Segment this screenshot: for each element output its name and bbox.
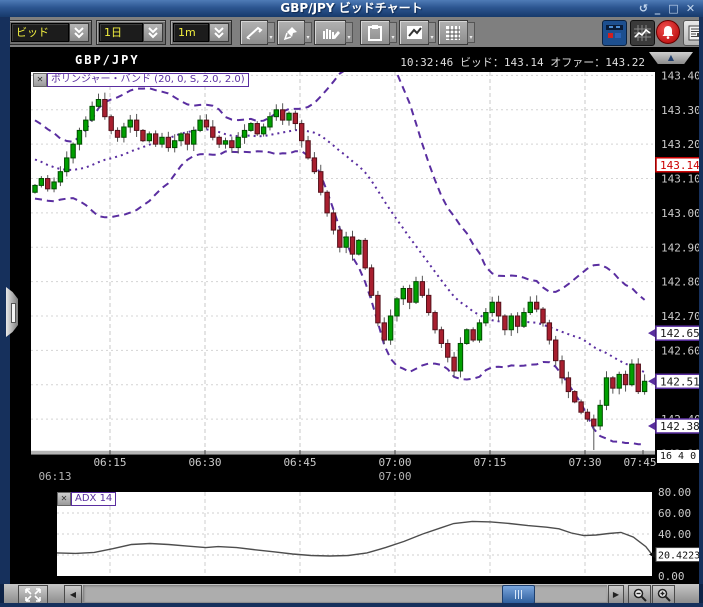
bollinger-label-text: ボリンジャー・バンド (20, 0, S, 2.0, 2.0) [47, 73, 249, 87]
rates-panel-icon [606, 25, 623, 41]
magnifier-plus-icon [657, 588, 671, 602]
x-axis-tick: 06:45 [283, 456, 316, 469]
x-axis-tick-row2: 07:00 [378, 470, 411, 483]
bollinger-label: ✕ ボリンジャー・バンド (20, 0, S, 2.0, 2.0) [33, 73, 249, 87]
y-axis-tick: 142.80 [661, 276, 701, 289]
scroll-right-button[interactable]: ▶ [608, 585, 624, 604]
expand-chart-button[interactable] [18, 585, 48, 604]
chevron-down-icon[interactable] [209, 23, 229, 42]
chart-header: GBP/JPY 10:32:46 ビッド：143.14 オファー：143.22 … [10, 52, 699, 68]
window-title: GBP/JPY ビッドチャート [0, 0, 703, 17]
alert-button[interactable] [656, 20, 680, 44]
line-draw-button[interactable] [240, 20, 268, 45]
export-image-button[interactable] [399, 20, 429, 45]
y-axis-tick: 142.60 [661, 344, 701, 357]
y-axis-tick: 142.90 [661, 241, 701, 254]
scrollbar-thumb[interactable] [502, 585, 535, 604]
interval-dropdown[interactable]: 1m [170, 20, 232, 45]
freehand-annotate-options[interactable]: ▾ [345, 22, 353, 43]
x-axis-tick: 07:30 [568, 456, 601, 469]
adx-y-tick: 80.00 [658, 486, 691, 499]
adx-y-tick: 0.00 [658, 570, 685, 583]
pin-marker-options[interactable]: ▾ [304, 22, 312, 43]
restore-icon[interactable]: ↺ [636, 1, 651, 16]
price-tag: 142.51 [660, 375, 700, 388]
title-bar[interactable]: GBP/JPY ビッドチャート ↺ _ □ ✕ [0, 0, 703, 17]
scroll-left-button[interactable]: ◀ [64, 585, 82, 604]
chevron-down-icon[interactable] [69, 23, 89, 42]
rates-panel-button[interactable] [602, 20, 627, 46]
minimize-icon[interactable]: _ [650, 1, 665, 16]
period-value: 1日 [99, 23, 143, 42]
price-tag: 142.65 [660, 327, 700, 340]
magnifier-minus-icon [633, 588, 647, 602]
chevron-down-icon[interactable] [143, 23, 163, 42]
pin-icon [283, 25, 299, 41]
horizontal-scrollbar[interactable]: ◀ ▶ [4, 584, 699, 603]
collapse-chart-button[interactable]: ▲ [649, 52, 693, 64]
data-grid-button[interactable] [438, 20, 468, 45]
y-axis-tick: 143.30 [661, 104, 701, 117]
export-image-options[interactable]: ▾ [428, 22, 436, 43]
copy-clipboard-button[interactable] [360, 20, 390, 45]
toolbar: ビッド 1日 1m ▾ ▾ ▾ ▾ [4, 17, 699, 48]
window-right-border [699, 17, 703, 584]
line-draw-options[interactable]: ▾ [267, 22, 275, 43]
x-axis-tick: 07:45 [623, 456, 656, 469]
price-type-dropdown[interactable]: ビッド [8, 20, 92, 45]
zoom-in-button[interactable] [652, 585, 675, 604]
y-axis-tick: 143.10 [661, 173, 701, 186]
period-dropdown[interactable]: 1日 [96, 20, 166, 45]
price-tag: 142.38 [660, 420, 700, 433]
adx-label: ✕ ADX 14 [57, 492, 116, 506]
adx-label-text: ADX 14 [71, 492, 116, 506]
chart-window-button[interactable] [630, 20, 655, 46]
freehand-annotate-button[interactable] [314, 20, 346, 45]
bell-icon [662, 26, 674, 39]
price-tag: 143.14 [660, 159, 700, 172]
adx-y-tick: 60.00 [658, 507, 691, 520]
price-type-value: ビッド [11, 23, 69, 42]
export-chart-icon [406, 25, 423, 40]
grid-icon [445, 25, 461, 41]
pencil-icon [245, 25, 263, 41]
y-axis-tick: 143.00 [661, 207, 701, 220]
data-grid-options[interactable]: ▾ [467, 22, 475, 43]
maximize-icon[interactable]: □ [666, 1, 681, 16]
x-axis-tick: 07:15 [473, 456, 506, 469]
expand-arrows-icon [25, 588, 41, 602]
x-axis-tick: 07:00 [378, 456, 411, 469]
adx-value-tag: 20.4223 [658, 551, 700, 562]
y-axis-tick: 143.40 [661, 69, 701, 82]
interval-value: 1m [173, 23, 209, 42]
pin-marker-button[interactable] [277, 20, 305, 45]
zoom-out-button[interactable] [628, 585, 651, 604]
close-adx-icon[interactable]: ✕ [57, 492, 71, 506]
copy-clipboard-options[interactable]: ▾ [389, 22, 397, 43]
hand-pen-icon [320, 25, 340, 41]
price-chart-canvas[interactable]: 143.40 143.30 143.20 143.10 143.00 142.90 142.… [0, 68, 703, 485]
x-axis-tick-row2: 06:13 [38, 470, 71, 483]
y-axis-tick: 142.70 [661, 310, 701, 323]
x-axis-tick: 06:15 [93, 456, 126, 469]
y-axis-tick: 143.20 [661, 138, 701, 151]
symbol-label: GBP/JPY [75, 53, 140, 67]
window-bottom-border [0, 603, 703, 607]
close-overlay-icon[interactable]: ✕ [33, 73, 47, 87]
adx-y-tick: 40.00 [658, 528, 691, 541]
close-icon[interactable]: ✕ [683, 1, 698, 16]
clipboard-icon [367, 24, 383, 41]
x-axis-tick: 06:30 [188, 456, 221, 469]
corner-readout: 16 4 0 [657, 450, 703, 463]
chart-line-icon [634, 25, 651, 41]
